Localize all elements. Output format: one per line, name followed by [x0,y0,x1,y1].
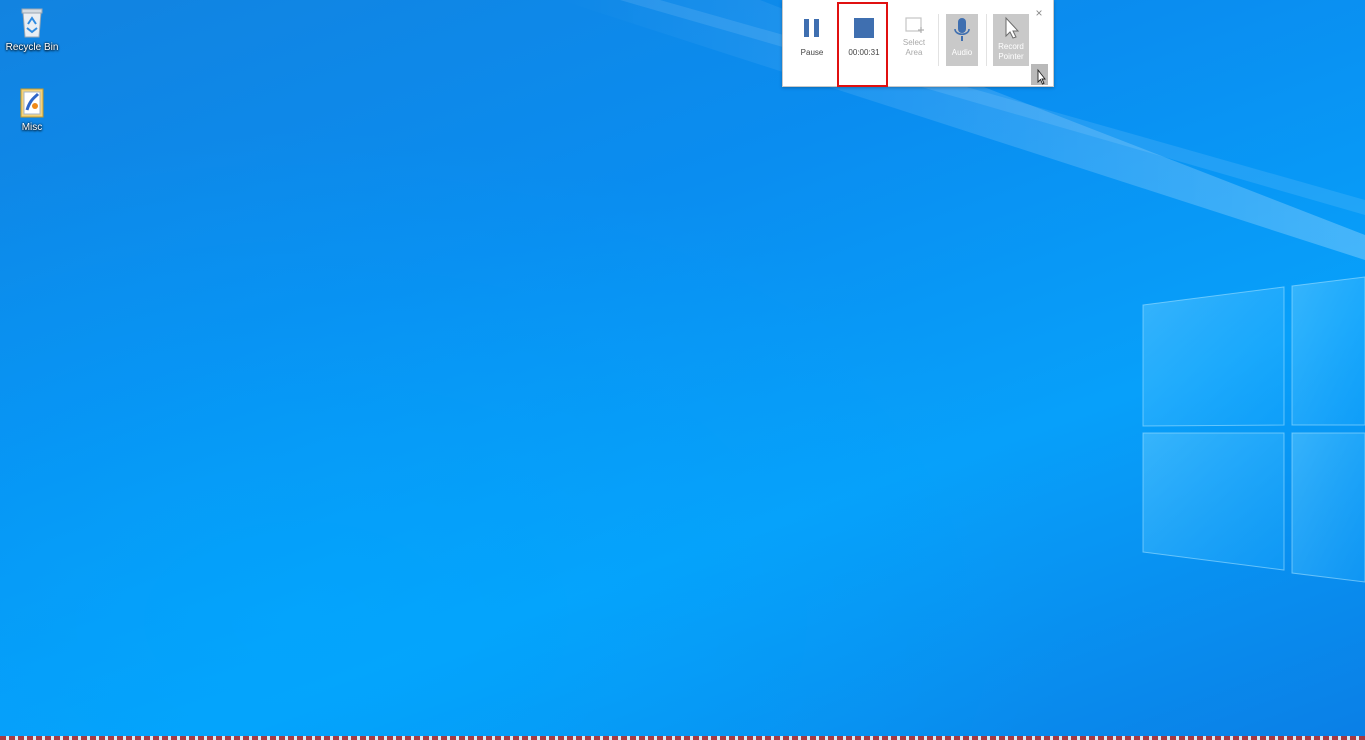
windows-logo [1142,276,1365,583]
select-area-button[interactable]: Select Area [896,14,932,58]
pause-label: Pause [800,48,824,57]
select-area-label: Select Area [902,38,926,57]
mouse-cursor-icon [1037,68,1046,85]
pause-icon [804,19,819,37]
microphone-icon [954,18,970,41]
close-toolbar-button[interactable]: × [1033,6,1045,20]
audio-label: Audio [951,48,973,57]
screen-recording-toolbar: Pause 00:00:31 Select Area Audio Record … [782,0,1054,87]
recording-timer: 00:00:31 [848,48,880,57]
desktop-icon-misc[interactable]: Misc [0,84,64,134]
desktop-icon-label: Misc [21,122,43,133]
record-pointer-toggle-button[interactable]: Record Pointer [993,14,1029,66]
stop-recording-button[interactable]: 00:00:31 [841,14,887,58]
desktop-icon-recycle-bin[interactable]: Recycle Bin [0,4,64,54]
wallpaper-light-beams [560,0,1365,583]
pause-button[interactable]: Pause [797,14,827,58]
pointer-icon [1005,16,1020,39]
record-pointer-label: Record Pointer [998,42,1024,61]
desktop: Recycle Bin Misc Pause 00:00:31 Select A… [0,0,1365,740]
toolbar-separator [986,14,987,66]
pin-toolbar-button[interactable] [1031,64,1048,85]
recording-area-border [0,736,1365,740]
toolbar-separator [938,14,939,66]
desktop-icon-label: Recycle Bin [5,42,59,53]
audio-toggle-button[interactable]: Audio [946,14,978,66]
select-area-icon [905,17,924,33]
folder-icon [14,84,50,120]
recycle-bin-icon [14,4,50,40]
stop-icon [854,18,874,38]
